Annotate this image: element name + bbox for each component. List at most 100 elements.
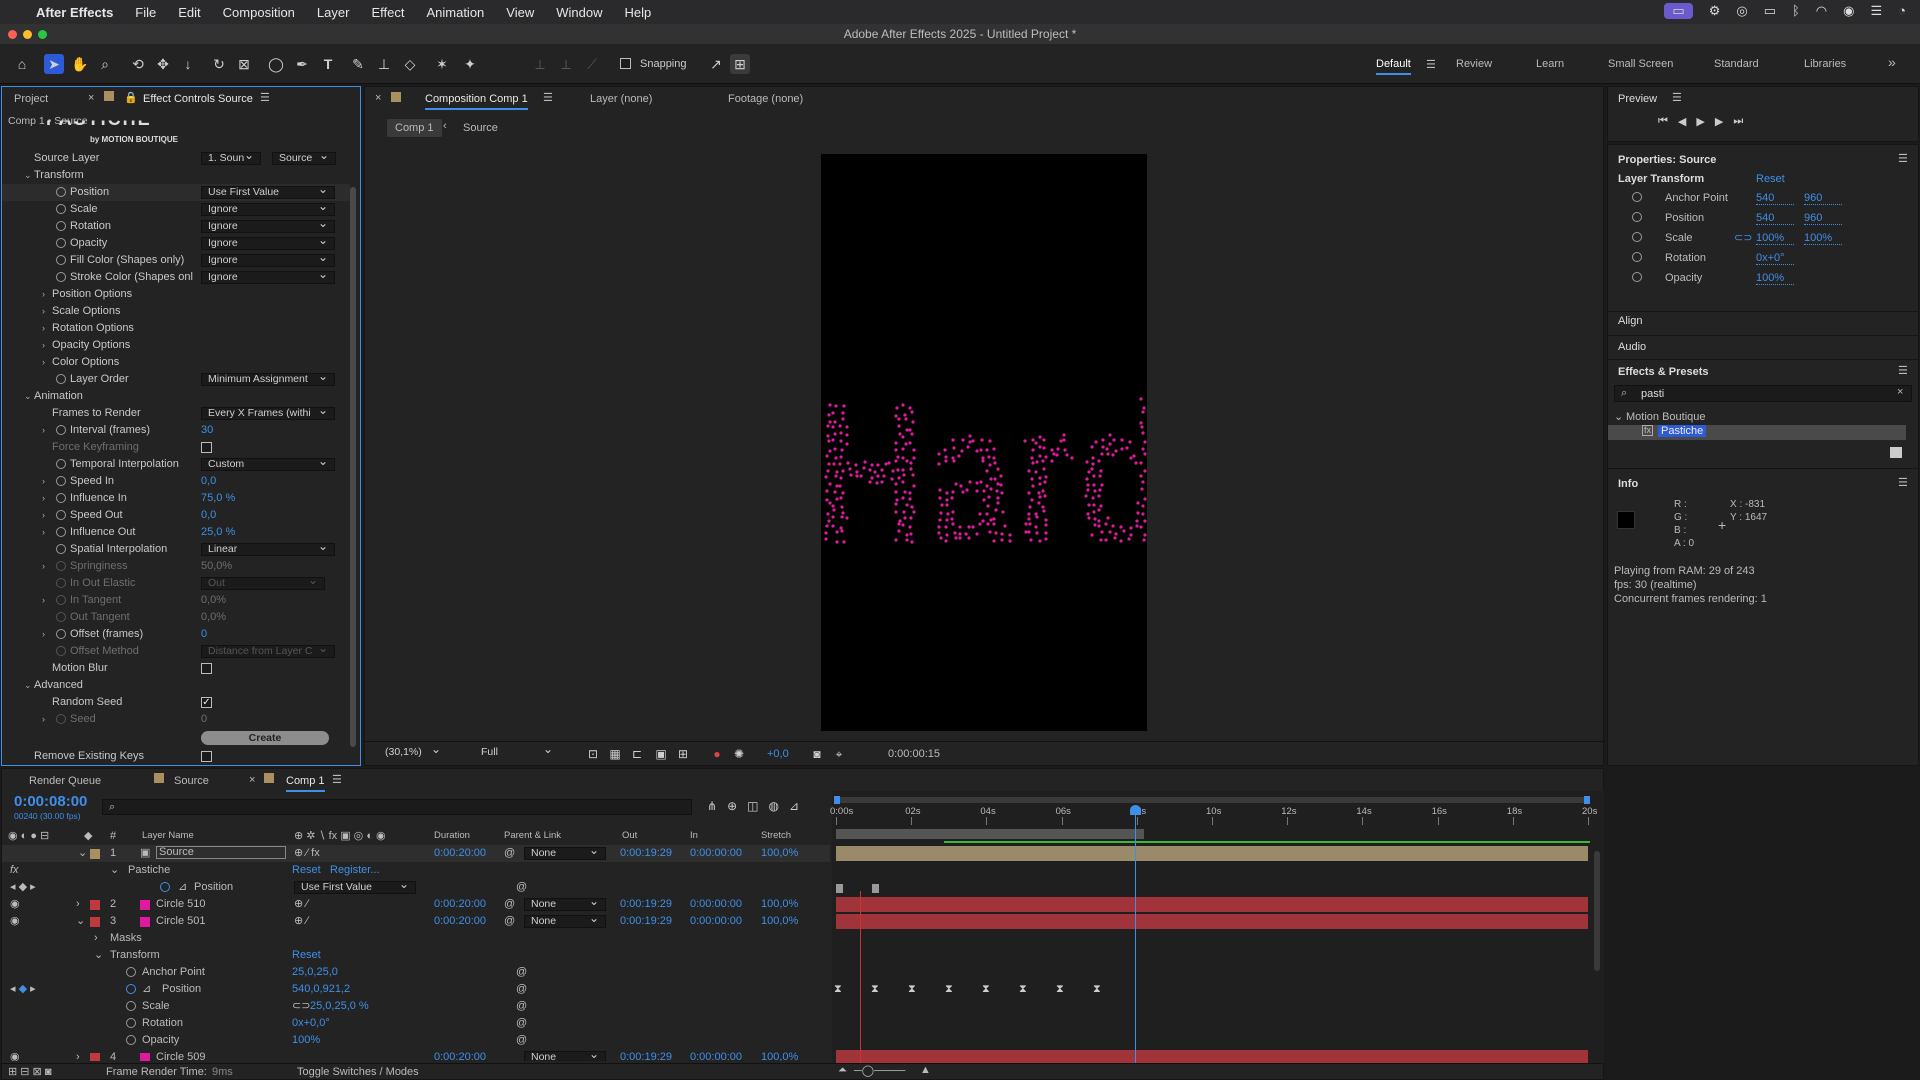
spatial-interpolation-dropdown[interactable]: Linear xyxy=(201,543,335,556)
brush-tool-icon[interactable]: ✎ xyxy=(348,54,368,74)
graph-editor-icon[interactable]: ⊿ xyxy=(789,799,799,813)
timeline-scrollbar[interactable] xyxy=(1594,851,1600,971)
hand-tool-icon[interactable]: ✋ xyxy=(70,54,90,74)
timeline-tab-menu-icon[interactable]: ☰ xyxy=(332,773,342,786)
position-stopwatch-icon-right[interactable] xyxy=(1632,212,1642,222)
speed-in-expand-icon[interactable]: › xyxy=(42,473,45,490)
stroke-color-dropdown[interactable]: Ignore xyxy=(201,271,335,284)
frames-to-render-dropdown[interactable]: Every X Frames (withi xyxy=(201,407,335,420)
draft-3d-icon[interactable]: ◍ xyxy=(768,799,778,813)
influence-in-value[interactable]: 75,0 % xyxy=(201,490,235,507)
next-frame-icon[interactable]: ▶ xyxy=(1715,115,1723,128)
audio-section[interactable]: Audio xyxy=(1618,341,1646,353)
comp-lock-icon[interactable] xyxy=(391,92,401,102)
selection-tool-icon[interactable]: ➤ xyxy=(44,54,64,74)
speed-out-expand-icon[interactable]: › xyxy=(42,507,45,524)
layer-source-duration[interactable]: 0:00:20:00 xyxy=(434,845,486,862)
speed-out-stopwatch-icon[interactable] xyxy=(56,510,66,520)
screen-share-icon[interactable]: ▭ xyxy=(1664,3,1693,19)
comp-viewer-canvas[interactable] xyxy=(821,154,1147,731)
menu-animation[interactable]: Animation xyxy=(426,5,484,20)
speed-in-value[interactable]: 0,0 xyxy=(201,473,216,490)
properties-menu-icon[interactable]: ☰ xyxy=(1898,152,1908,165)
anchor-point-y[interactable]: 960 xyxy=(1804,192,1842,205)
in-tangent-expand-icon[interactable]: › xyxy=(42,592,45,609)
create-button[interactable]: Create xyxy=(201,731,329,745)
opacity-options-expand-icon[interactable]: › xyxy=(42,337,45,354)
stroke-color-stopwatch-icon[interactable] xyxy=(56,272,66,282)
circle-501-out[interactable]: 0:00:19:29 xyxy=(620,913,672,930)
in-tangent-stopwatch-icon[interactable] xyxy=(56,595,66,605)
layer-order-stopwatch-icon[interactable] xyxy=(56,374,66,384)
shy-layers-icon[interactable]: ⋔ xyxy=(707,799,717,813)
new-bin-icon[interactable] xyxy=(1890,447,1902,458)
circle-510-pickwhip-icon[interactable]: @ xyxy=(504,896,515,913)
circle-501-in[interactable]: 0:00:00:00 xyxy=(690,913,742,930)
color-options-expand-icon[interactable]: › xyxy=(42,354,45,371)
circle-510-visibility-icon[interactable]: ◉ xyxy=(10,896,20,913)
circle-501-switches[interactable]: ⊕ ∕ xyxy=(294,913,308,930)
tab-comp-1[interactable]: Comp 1 xyxy=(286,775,325,792)
circle-509-name[interactable]: Circle 509 xyxy=(156,1049,206,1061)
scale-stopwatch-icon-right[interactable] xyxy=(1632,232,1642,242)
motion-blur-checkbox[interactable] xyxy=(201,663,212,674)
in-out-elastic-stopwatch-icon[interactable] xyxy=(56,578,66,588)
temporal-interpolation-dropdown[interactable]: Custom xyxy=(201,458,335,471)
opacity-value[interactable]: 100% xyxy=(1756,272,1794,285)
eraser-tool-icon[interactable]: ◇ xyxy=(400,54,420,74)
rotation-options-expand-icon[interactable]: › xyxy=(42,320,45,337)
layer-row-source[interactable]: ⌄ 1 ▣ Source ⊕ ∕ fx 0:00:20:00 @ None 0:… xyxy=(2,845,830,862)
tab-render-queue[interactable]: Render Queue xyxy=(29,775,101,787)
snap-grid-icon[interactable]: ⊞ xyxy=(730,54,750,74)
tl-rotation-value[interactable]: 0x+0,0° xyxy=(292,1015,330,1032)
type-tool-icon[interactable]: T xyxy=(318,54,338,74)
clear-search-icon[interactable]: × xyxy=(1897,386,1903,398)
menu-layer[interactable]: Layer xyxy=(317,5,350,20)
minimize-window-icon[interactable] xyxy=(23,30,32,39)
zoom-out-icon[interactable]: ⏶ xyxy=(838,1064,847,1077)
mask-visibility-icon[interactable]: ⊏ xyxy=(627,744,647,764)
opacity-stopwatch-icon-right[interactable] xyxy=(1632,272,1642,282)
effects-search-input[interactable]: pasti xyxy=(1641,388,1664,400)
out-tangent-stopwatch-icon[interactable] xyxy=(56,612,66,622)
temporal-stopwatch-icon[interactable] xyxy=(56,459,66,469)
menu-edit[interactable]: Edit xyxy=(178,5,200,20)
fill-color-dropdown[interactable]: Ignore xyxy=(201,254,335,267)
tl-opacity-value[interactable]: 100% xyxy=(292,1032,320,1049)
effects-menu-icon[interactable]: ☰ xyxy=(1898,364,1908,377)
circle-501-visibility-icon[interactable]: ◉ xyxy=(10,913,20,930)
circle-509-in[interactable]: 0:00:00:00 xyxy=(690,1049,742,1061)
tab-source[interactable]: Source xyxy=(174,775,209,787)
orbit-tool-icon[interactable]: ⟲ xyxy=(128,54,148,74)
rotation-stopwatch-icon-right[interactable] xyxy=(1632,252,1642,262)
offset-expand-icon[interactable]: › xyxy=(42,626,45,643)
circle-509-expand-icon[interactable]: › xyxy=(76,1049,80,1061)
circle-510-in[interactable]: 0:00:00:00 xyxy=(690,896,742,913)
comp-breadcrumb-source[interactable]: Source xyxy=(463,122,498,134)
pan-behind-tool-icon[interactable]: ⊠ xyxy=(234,54,254,74)
rotation-stopwatch-icon[interactable] xyxy=(56,221,66,231)
scale-x[interactable]: 100% xyxy=(1756,232,1794,245)
tab-layer[interactable]: Layer (none) xyxy=(590,93,652,105)
position-options-expand-icon[interactable]: › xyxy=(42,286,45,303)
circle-510-duration[interactable]: 0:00:20:00 xyxy=(434,896,486,913)
source-layer-sub-dropdown[interactable]: Source xyxy=(272,152,336,165)
puppet-tool-icon[interactable]: ✦ xyxy=(460,54,480,74)
layer-row-circle-501[interactable]: ◉ ⌄ 3 Circle 501 ⊕ ∕ 0:00:20:00 @ None 0… xyxy=(2,913,830,930)
circle-510-stretch[interactable]: 100,0% xyxy=(761,896,798,913)
circle-509-out[interactable]: 0:00:19:29 xyxy=(620,1049,672,1061)
zoom-tool-icon[interactable]: ⌕ xyxy=(95,54,115,74)
circle-509-visibility-icon[interactable]: ◉ xyxy=(10,1049,20,1061)
motion-blur-switch-icon[interactable]: ◫ xyxy=(747,799,758,813)
exposure-value[interactable]: +0,0 xyxy=(767,748,789,760)
fast-preview-icon[interactable]: ⊡ xyxy=(583,744,603,764)
force-keyframing-checkbox[interactable] xyxy=(201,442,212,453)
workspace-libraries[interactable]: Libraries xyxy=(1804,58,1846,70)
previous-frame-icon[interactable]: ◀ xyxy=(1678,115,1686,128)
circle-501-bar[interactable] xyxy=(836,914,1588,929)
workspace-overflow-icon[interactable]: » xyxy=(1888,54,1896,70)
animation-expand-icon[interactable]: ⌄ xyxy=(24,388,32,405)
snap-edge-icon[interactable]: ↗ xyxy=(706,54,726,74)
workspace-standard[interactable]: Standard xyxy=(1714,58,1759,70)
wifi-icon[interactable]: ◠ xyxy=(1816,3,1827,19)
